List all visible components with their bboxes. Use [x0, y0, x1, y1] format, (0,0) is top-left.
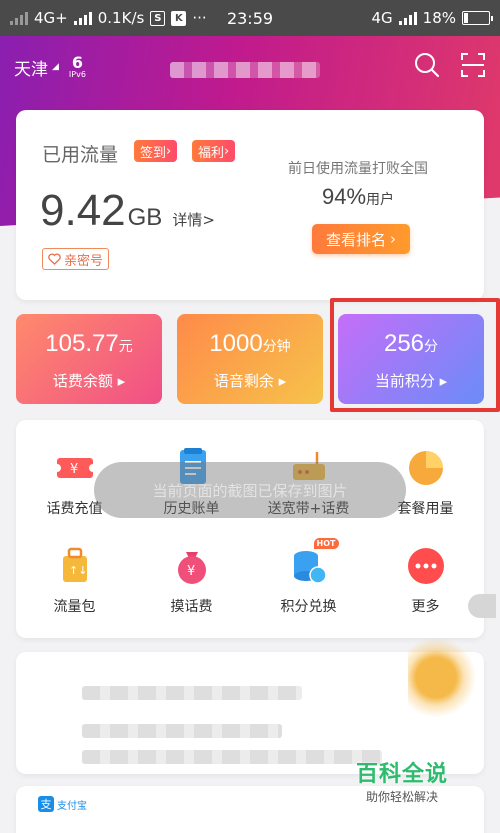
stat-label: 语音剩余 [213, 372, 274, 390]
service-points-exchange[interactable]: HOT 积分兑换 [250, 538, 367, 616]
data-usage-card: 已用流量 签到 › 福利 › 9.42 GB 详情> 亲密号 前日使用流量打败全国 … [16, 110, 484, 300]
usage-value[interactable]: 9.42 GB 详情> [40, 186, 215, 236]
ipv6-label: IPv6 [68, 70, 86, 79]
chevron-right-icon: › [166, 143, 172, 159]
chevron-right-icon: › [390, 230, 396, 248]
toast-text: 当前页面的截图已保存到图片 [152, 482, 348, 500]
svg-text:↑↓: ↑↓ [69, 564, 87, 577]
sign-in-label: 签到 [140, 145, 167, 161]
floating-widget[interactable] [408, 628, 478, 718]
stat-value: 1000 [209, 330, 263, 357]
highlight-box [330, 298, 500, 412]
blurred-phone-number [170, 62, 320, 78]
luggage-icon: ↑↓ [53, 544, 97, 588]
status-bar: 4G+ 0.1K/s S K ··· 23:59 4G 18% [0, 0, 500, 36]
svg-text:¥: ¥ [187, 564, 195, 579]
more-notifications-icon: ··· [192, 9, 207, 27]
svg-text:¥: ¥ [70, 462, 78, 477]
rank-suffix: 用户 [366, 192, 395, 208]
service-label: 积分兑换 [280, 599, 337, 615]
signal-right-icon [398, 11, 417, 25]
battery-percent: 18% [422, 9, 456, 27]
city-selector[interactable]: 天津 ◢ 6 IPv6 [14, 55, 86, 80]
blurred-text [82, 686, 302, 700]
service-touch-fee[interactable]: ¥ 摸话费 [133, 544, 250, 616]
network-type-right: 4G [371, 9, 393, 27]
battery-icon [462, 11, 493, 25]
rank-percent: 94% [321, 184, 367, 209]
ipv6-badge: 6 IPv6 [69, 55, 86, 79]
voice-remaining-card[interactable]: 1000分钟 语音剩余 ▸ [177, 314, 323, 404]
couple-number-label: 亲密号 [64, 253, 104, 269]
money-bag-icon: ¥ [170, 544, 214, 588]
view-ranking-label: 查看排名 [325, 230, 386, 249]
alipay-icon: 支 [38, 796, 54, 812]
welfare-button[interactable]: 福利 › [192, 140, 236, 162]
more-dots-icon [404, 544, 448, 588]
heart-icon [48, 253, 61, 265]
triangle-right-icon: ▸ [278, 372, 287, 390]
city-name: 天津 [14, 59, 48, 80]
pie-chart-icon [404, 446, 448, 490]
services-grid: ¥ 话费充值 历史账单 送宽带+话费 套餐用量 ↑↓ 流量包 ¥ 摸话费 HOT… [16, 420, 484, 638]
service-more[interactable]: 更多 [367, 544, 484, 616]
side-handle[interactable] [468, 594, 496, 618]
sim-icon: S [150, 10, 166, 26]
signal-icon [10, 11, 28, 25]
screenshot-toast: 当前页面的截图已保存到图片 [94, 462, 406, 518]
search-icon[interactable] [414, 52, 440, 82]
chevron-right-icon: › [224, 143, 230, 159]
usage-number: 9.42 [40, 186, 126, 235]
service-data-pack[interactable]: ↑↓ 流量包 [16, 544, 133, 616]
ipv6-mark: 6 [71, 53, 83, 72]
stat-unit: 元 [118, 339, 133, 355]
watermark-title: 百科全说 [356, 762, 449, 787]
rank-value: 94%用户 [268, 184, 448, 210]
usage-title: 已用流量 [42, 144, 119, 166]
alipay-brand: 支付宝 [57, 800, 87, 812]
caret-down-icon: ◢ [52, 62, 59, 72]
blurred-text [82, 724, 282, 738]
watermark-subtitle: 助你轻松解决 [366, 790, 439, 804]
ticket-yuan-icon: ¥ [52, 446, 97, 490]
scan-icon[interactable] [460, 52, 486, 82]
app-notification-icon: K [171, 10, 187, 26]
welfare-label: 福利 [198, 145, 225, 161]
signal-strong-icon [73, 11, 92, 25]
couple-number-tag[interactable]: 亲密号 [42, 248, 110, 270]
stat-unit: 分钟 [262, 339, 291, 355]
stat-value: 105.77 [45, 330, 119, 357]
hot-badge: HOT [313, 538, 339, 549]
sign-in-button[interactable]: 签到 › [134, 140, 178, 162]
usage-detail-link[interactable]: 详情> [172, 209, 215, 230]
watermark: 百科全说 助你轻松解决 [356, 756, 448, 805]
phone-balance-card[interactable]: 105.77元 话费余额 ▸ [16, 314, 162, 404]
coin-stack-icon: HOT [287, 538, 339, 588]
rank-caption: 前日使用流量打败全国 [288, 161, 428, 177]
stat-label: 话费余额 [52, 372, 113, 390]
triangle-right-icon: ▸ [117, 372, 126, 390]
view-ranking-button[interactable]: 查看排名 › [312, 224, 410, 254]
usage-unit: GB [127, 204, 163, 231]
service-label: 更多 [411, 599, 440, 615]
service-label: 流量包 [53, 599, 96, 615]
network-speed: 0.1K/s [97, 9, 145, 27]
alipay-logo: 支 支付宝 [38, 796, 87, 812]
blurred-text [82, 750, 382, 764]
network-type: 4G+ [34, 9, 68, 27]
service-label: 摸话费 [170, 599, 213, 615]
